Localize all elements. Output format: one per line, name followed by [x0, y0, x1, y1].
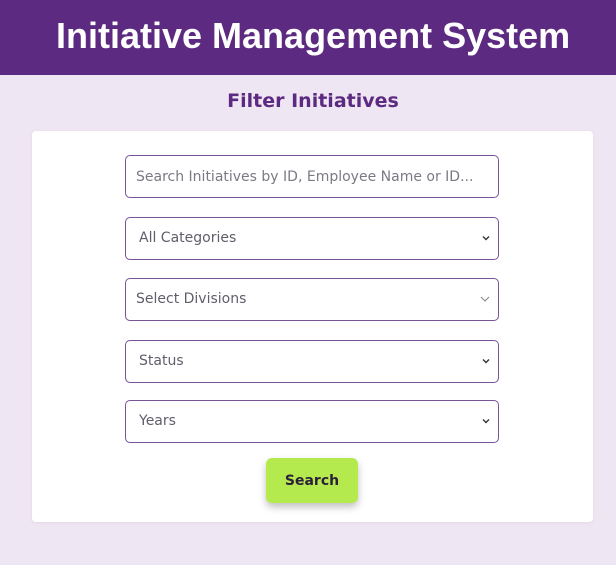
category-select[interactable]: All Categories — [125, 217, 499, 260]
search-input[interactable] — [125, 155, 499, 198]
status-select[interactable]: Status — [125, 340, 499, 383]
chevron-down-icon — [482, 357, 490, 365]
app-title: Initiative Management System — [56, 15, 571, 56]
years-select[interactable]: Years — [125, 400, 499, 443]
division-select-placeholder: Select Divisions — [136, 291, 247, 307]
filter-title: Filter Initiatives — [227, 90, 399, 112]
years-select-value: Years — [139, 413, 176, 429]
category-select-value: All Categories — [139, 230, 237, 246]
division-select[interactable]: Select Divisions — [125, 278, 499, 321]
chevron-down-icon — [482, 234, 490, 242]
chevron-down-icon — [482, 417, 490, 425]
chevron-down-icon — [480, 295, 490, 303]
app-header: Initiative Management System — [0, 0, 616, 75]
status-select-value: Status — [139, 353, 184, 369]
search-button[interactable]: Search — [266, 458, 358, 503]
